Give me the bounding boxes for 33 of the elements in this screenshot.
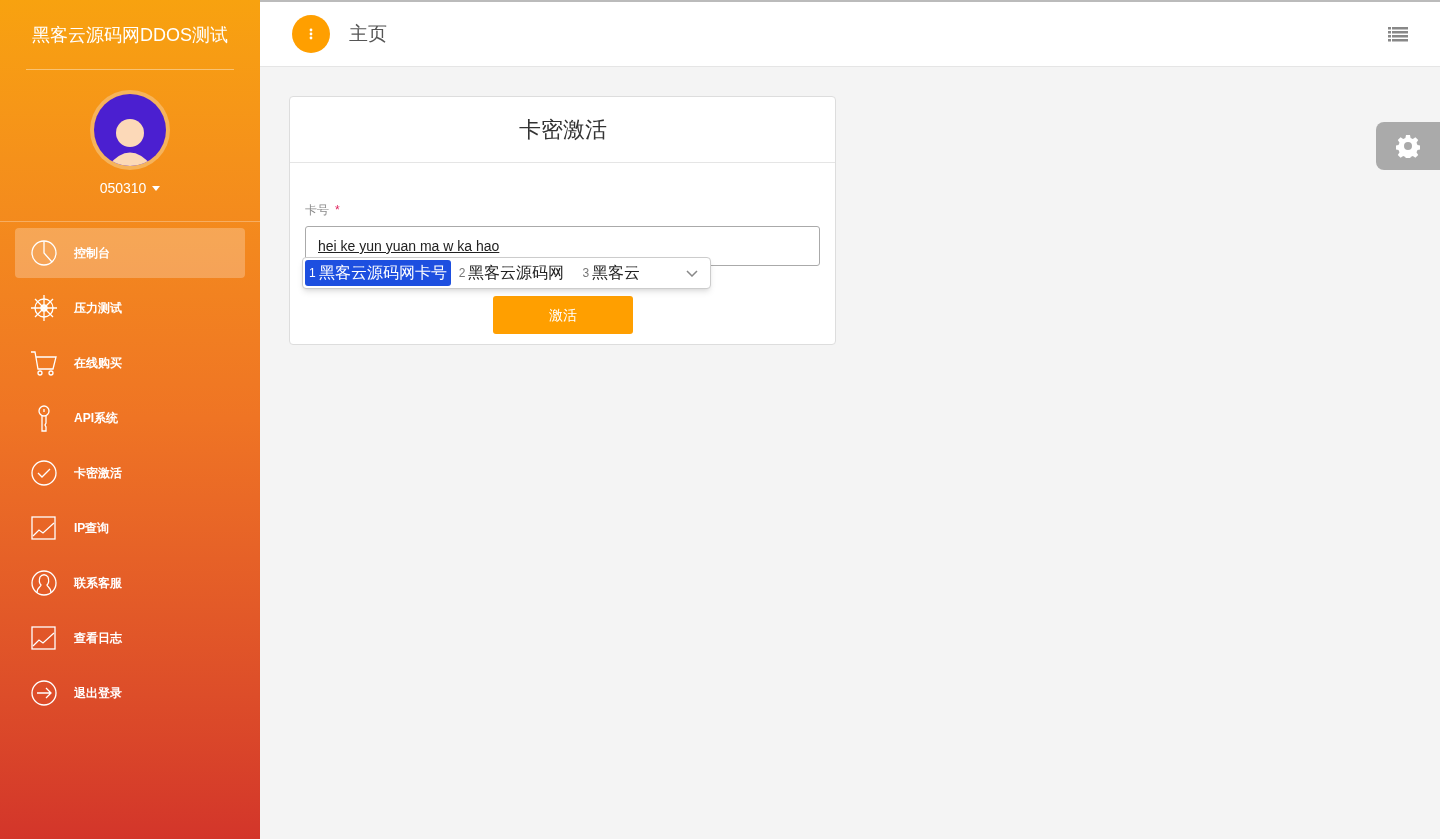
brand-title: 黑客云源码网DDOS测试: [26, 22, 234, 70]
more-button[interactable]: [292, 15, 330, 53]
list-icon: [1388, 26, 1408, 42]
card-title: 卡密激活: [290, 97, 835, 163]
sidebar-item[interactable]: 联系客服: [15, 558, 245, 608]
required-mark: *: [335, 202, 340, 219]
arrow-circle-icon: [30, 679, 58, 707]
sidebar-item[interactable]: 压力测试: [15, 283, 245, 333]
user-menu[interactable]: 050310: [99, 178, 161, 199]
sidebar-item[interactable]: IP查询: [15, 503, 245, 553]
settings-icon: [1396, 134, 1420, 158]
chevron-down-icon[interactable]: [686, 269, 698, 277]
sidebar-item[interactable]: 卡密激活: [15, 448, 245, 498]
line-chart-icon: [30, 624, 58, 652]
check-circle-icon: [30, 459, 58, 487]
sidebar-item[interactable]: API系统: [15, 393, 245, 443]
dots-icon: [309, 28, 313, 40]
sidebar-item[interactable]: 在线购买: [15, 338, 245, 388]
field-label: 卡号: [305, 202, 329, 219]
sidebar-item[interactable]: 控制台: [15, 228, 245, 278]
menu-button[interactable]: [1388, 26, 1408, 42]
page-title: 主页: [349, 21, 387, 46]
cart-icon: [30, 349, 58, 377]
wheel-icon: [30, 294, 58, 322]
user-circle-icon: [30, 569, 58, 597]
pie-chart-icon: [30, 239, 58, 267]
line-chart-icon: [30, 514, 58, 542]
settings-button[interactable]: [1376, 122, 1440, 170]
caret-icon: [152, 186, 161, 191]
ime-candidate[interactable]: 1 黑客云源码网卡号: [305, 260, 451, 286]
sidebar-item[interactable]: 查看日志: [15, 613, 245, 663]
sidebar-item[interactable]: 退出登录: [15, 668, 245, 718]
activate-button[interactable]: 激活: [492, 296, 633, 334]
